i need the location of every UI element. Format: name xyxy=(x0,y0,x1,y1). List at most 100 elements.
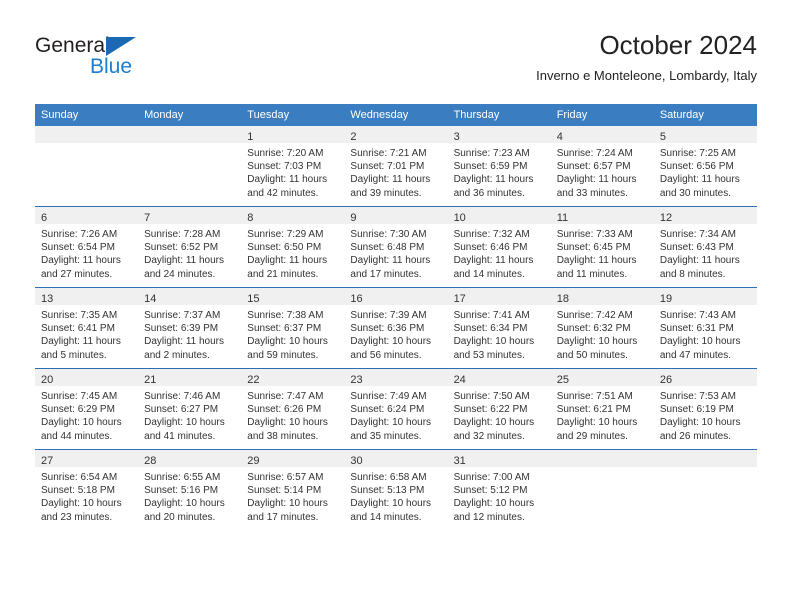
day-number: 11 xyxy=(556,212,569,224)
sunrise-text: Sunrise: 7:39 AM xyxy=(350,310,427,321)
day-number: 10 xyxy=(453,212,466,224)
day-sun-info: Sunrise: 7:41 AM Sunset: 6:34 PM Daylight:… xyxy=(448,305,551,362)
day-number: 29 xyxy=(247,455,260,467)
calendar-day-cell[interactable]: 17 Sunrise: 7:41 AM Sunset: 6:34 PM Dayligh… xyxy=(447,287,551,369)
calendar-day-cell[interactable]: 19 Sunrise: 7:43 AM Sunset: 6:31 PM Dayligh… xyxy=(653,287,757,369)
calendar-header-row: Sunday Monday Tuesday Wednesday Thursday… xyxy=(35,104,757,126)
sunset-text: Sunset: 6:29 PM xyxy=(41,404,115,416)
calendar-day-cell[interactable]: 27 Sunrise: 6:54 AM Sunset: 5:18 PM Dayligh… xyxy=(35,449,139,530)
sunrise-text: Sunrise: 7:37 AM xyxy=(144,310,221,321)
calendar-day-cell[interactable]: 5 Sunrise: 7:25 AM Sunset: 6:56 PM Daylight… xyxy=(653,126,757,207)
day-number: 27 xyxy=(41,455,54,467)
calendar-day-cell[interactable]: 2 Sunrise: 7:21 AM Sunset: 7:01 PM Daylight… xyxy=(344,126,448,207)
day-number-band: 21 xyxy=(138,369,242,386)
day-number: 31 xyxy=(453,455,466,467)
daylight-text: Daylight: 10 hours and 41 minutes. xyxy=(144,417,225,442)
day-cell-inner: 23 Sunrise: 7:49 AM Sunset: 6:24 PM Dayligh… xyxy=(344,369,448,449)
day-number-band: 6 xyxy=(35,207,139,224)
day-number-band: 28 xyxy=(138,450,242,467)
calendar-day-cell[interactable]: 14 Sunrise: 7:37 AM Sunset: 6:39 PM Dayligh… xyxy=(138,287,242,369)
day-sun-info: Sunrise: 7:20 AM Sunset: 7:03 PM Daylight:… xyxy=(241,143,344,200)
day-number-band: 20 xyxy=(35,369,139,386)
sunset-text: Sunset: 6:43 PM xyxy=(659,242,734,254)
calendar-day-cell[interactable]: 22 Sunrise: 7:47 AM Sunset: 6:26 PM Dayligh… xyxy=(241,368,345,450)
day-number: 1 xyxy=(247,131,254,143)
day-cell-inner: 21 Sunrise: 7:46 AM Sunset: 6:27 PM Dayligh… xyxy=(138,369,242,449)
calendar-day-cell[interactable]: 24 Sunrise: 7:50 AM Sunset: 6:22 PM Dayligh… xyxy=(447,368,551,450)
calendar-day-cell[interactable]: 15 Sunrise: 7:38 AM Sunset: 6:37 PM Dayligh… xyxy=(241,287,345,369)
day-number: 23 xyxy=(350,374,363,386)
calendar-day-cell[interactable]: 9 Sunrise: 7:30 AM Sunset: 6:48 PM Daylight… xyxy=(344,206,448,288)
sunset-text: Sunset: 6:56 PM xyxy=(659,161,734,173)
day-cell-inner: 3 Sunrise: 7:23 AM Sunset: 6:59 PM Daylight… xyxy=(447,126,551,206)
day-number-band xyxy=(653,450,757,467)
calendar-day-cell[interactable]: 10 Sunrise: 7:32 AM Sunset: 6:46 PM Dayligh… xyxy=(447,206,551,288)
day-number-band: 3 xyxy=(447,126,551,143)
day-number-band: 16 xyxy=(344,288,448,305)
day-number: 14 xyxy=(144,293,157,305)
weekday-header-tuesday: Tuesday xyxy=(241,104,345,126)
calendar-day-cell[interactable]: 7 Sunrise: 7:28 AM Sunset: 6:52 PM Daylight… xyxy=(138,206,242,288)
calendar-day-cell[interactable]: 28 Sunrise: 6:55 AM Sunset: 5:16 PM Dayligh… xyxy=(138,449,242,530)
day-sun-info: Sunrise: 7:46 AM Sunset: 6:27 PM Daylight:… xyxy=(138,386,241,443)
weekday-header-thursday: Thursday xyxy=(447,104,551,126)
day-sun-info: Sunrise: 6:55 AM Sunset: 5:16 PM Daylight:… xyxy=(138,467,241,524)
calendar-day-cell[interactable]: 8 Sunrise: 7:29 AM Sunset: 6:50 PM Daylight… xyxy=(241,206,345,288)
calendar-day-cell[interactable]: 29 Sunrise: 6:57 AM Sunset: 5:14 PM Dayligh… xyxy=(241,449,345,530)
sunset-text: Sunset: 6:19 PM xyxy=(659,404,734,416)
calendar-day-cell[interactable]: 3 Sunrise: 7:23 AM Sunset: 6:59 PM Daylight… xyxy=(447,126,551,207)
day-number-band: 10 xyxy=(447,207,551,224)
day-sun-info: Sunrise: 7:53 AM Sunset: 6:19 PM Daylight:… xyxy=(654,386,757,443)
calendar-day-cell[interactable]: 21 Sunrise: 7:46 AM Sunset: 6:27 PM Dayligh… xyxy=(138,368,242,450)
calendar-day-cell[interactable]: 26 Sunrise: 7:53 AM Sunset: 6:19 PM Dayligh… xyxy=(653,368,757,450)
sunrise-text: Sunrise: 7:34 AM xyxy=(659,229,736,240)
calendar-day-cell[interactable]: 16 Sunrise: 7:39 AM Sunset: 6:36 PM Dayligh… xyxy=(344,287,448,369)
sunset-text: Sunset: 6:37 PM xyxy=(247,323,322,335)
sunset-text: Sunset: 6:32 PM xyxy=(556,323,631,335)
sunrise-text: Sunrise: 6:54 AM xyxy=(41,472,118,483)
day-sun-info: Sunrise: 7:42 AM Sunset: 6:32 PM Daylight:… xyxy=(551,305,654,362)
calendar-day-cell[interactable]: 30 Sunrise: 6:58 AM Sunset: 5:13 PM Dayligh… xyxy=(344,449,448,530)
calendar-empty-cell xyxy=(35,126,139,207)
sunrise-text: Sunrise: 7:23 AM xyxy=(453,148,530,159)
day-sun-info: Sunrise: 7:39 AM Sunset: 6:36 PM Daylight:… xyxy=(344,305,447,362)
sunset-text: Sunset: 6:26 PM xyxy=(247,404,322,416)
page-subtitle: Inverno e Monteleone, Lombardy, Italy xyxy=(536,68,757,83)
sunrise-text: Sunrise: 7:41 AM xyxy=(453,310,530,321)
weekday-header-sunday: Sunday xyxy=(35,104,139,126)
day-number-band: 19 xyxy=(653,288,757,305)
calendar-day-cell[interactable]: 12 Sunrise: 7:34 AM Sunset: 6:43 PM Dayligh… xyxy=(653,206,757,288)
day-number: 7 xyxy=(144,212,151,224)
daylight-text: Daylight: 11 hours and 8 minutes. xyxy=(659,255,740,280)
day-number-band: 26 xyxy=(653,369,757,386)
calendar-day-cell[interactable]: 23 Sunrise: 7:49 AM Sunset: 6:24 PM Dayligh… xyxy=(344,368,448,450)
sunrise-text: Sunrise: 7:21 AM xyxy=(350,148,427,159)
calendar-day-cell[interactable]: 11 Sunrise: 7:33 AM Sunset: 6:45 PM Dayligh… xyxy=(550,206,654,288)
day-number: 21 xyxy=(144,374,157,386)
general-blue-logo[interactable]: General Blue xyxy=(35,34,255,90)
calendar-day-cell[interactable]: 31 Sunrise: 7:00 AM Sunset: 5:12 PM Dayligh… xyxy=(447,449,551,530)
day-number-band: 24 xyxy=(447,369,551,386)
calendar-day-cell[interactable]: 25 Sunrise: 7:51 AM Sunset: 6:21 PM Dayligh… xyxy=(550,368,654,450)
day-number-band xyxy=(35,126,139,143)
daylight-text: Daylight: 11 hours and 11 minutes. xyxy=(556,255,637,280)
day-number: 22 xyxy=(247,374,260,386)
calendar-empty-cell xyxy=(550,449,654,530)
sunrise-text: Sunrise: 7:50 AM xyxy=(453,391,530,402)
calendar-day-cell[interactable]: 20 Sunrise: 7:45 AM Sunset: 6:29 PM Dayligh… xyxy=(35,368,139,450)
sunrise-text: Sunrise: 7:25 AM xyxy=(659,148,736,159)
calendar-day-cell[interactable]: 6 Sunrise: 7:26 AM Sunset: 6:54 PM Daylight… xyxy=(35,206,139,288)
sunset-text: Sunset: 6:21 PM xyxy=(556,404,631,416)
sunset-text: Sunset: 6:46 PM xyxy=(453,242,528,254)
calendar-day-cell[interactable]: 1 Sunrise: 7:20 AM Sunset: 7:03 PM Daylight… xyxy=(241,126,345,207)
daylight-text: Daylight: 11 hours and 30 minutes. xyxy=(659,174,740,199)
day-cell-inner: 27 Sunrise: 6:54 AM Sunset: 5:18 PM Dayligh… xyxy=(35,450,139,530)
calendar-day-cell[interactable]: 18 Sunrise: 7:42 AM Sunset: 6:32 PM Dayligh… xyxy=(550,287,654,369)
sunrise-text: Sunrise: 6:58 AM xyxy=(350,472,427,483)
calendar-day-cell[interactable]: 13 Sunrise: 7:35 AM Sunset: 6:41 PM Dayligh… xyxy=(35,287,139,369)
sunset-text: Sunset: 6:22 PM xyxy=(453,404,528,416)
day-sun-info: Sunrise: 7:33 AM Sunset: 6:45 PM Daylight:… xyxy=(551,224,654,281)
logo-text-blue: Blue xyxy=(90,55,133,78)
sunrise-text: Sunrise: 7:28 AM xyxy=(144,229,221,240)
calendar-day-cell[interactable]: 4 Sunrise: 7:24 AM Sunset: 6:57 PM Daylight… xyxy=(550,126,654,207)
